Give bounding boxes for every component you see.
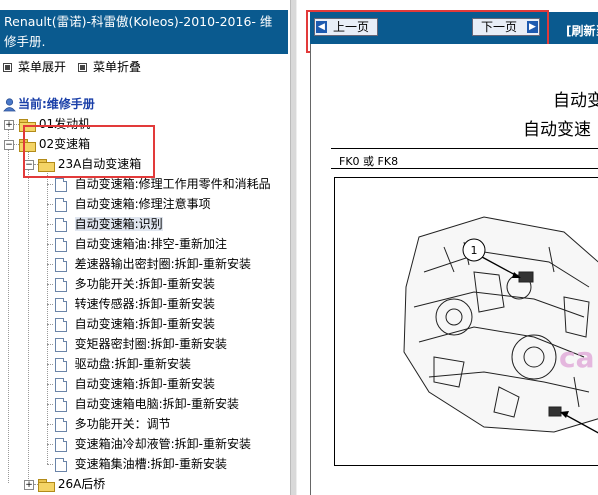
current-location: 当前:维修手册 xyxy=(3,94,95,114)
tree-leaf[interactable]: 自动变速箱电脑:拆卸-重新安装 xyxy=(55,394,239,414)
tree-leaf[interactable]: 差速器输出密封圈:拆卸-重新安装 xyxy=(55,254,251,274)
tree-leaf[interactable]: 变矩器密封圈:拆卸-重新安装 xyxy=(55,334,227,354)
document-icon xyxy=(55,437,67,452)
right-panel: ◀ 上一页 下一页 ▶ [刷新当 自动变 自动变速 FK0 或 FK8 xyxy=(297,0,598,495)
square-icon xyxy=(78,63,87,72)
tree-leaf[interactable]: 自动变速箱:拆卸-重新安装 xyxy=(55,314,215,334)
tree-leaf[interactable]: 转速传感器:拆卸-重新安装 xyxy=(55,294,215,314)
page-header-line2: 自动变速 xyxy=(523,120,591,140)
document-icon xyxy=(55,277,67,292)
highlight-box xyxy=(23,125,155,178)
tree-leaf[interactable]: 多功能开关:拆卸-重新安装 xyxy=(55,274,215,294)
tree-leaf[interactable]: 自动变速箱油:排空-重新加注 xyxy=(55,234,227,254)
manual-page: 自动变 自动变速 FK0 或 FK8 1 ca xyxy=(310,44,598,495)
manual-title: Renault(雷诺)-科雷傲(Koleos)-2010-2016- 维修手册. xyxy=(0,10,288,54)
page-header-line1: 自动变 xyxy=(553,91,598,111)
callout-1: 1 xyxy=(471,244,478,257)
document-icon xyxy=(55,217,67,232)
document-icon xyxy=(55,457,67,472)
gearbox-illustration: 1 2 ca xyxy=(334,177,598,466)
tree-leaf[interactable]: 自动变速箱:修理注意事项 xyxy=(55,194,211,214)
user-icon xyxy=(3,97,16,111)
document-icon xyxy=(55,357,67,372)
tree-leaf[interactable]: 驱动盘:拆卸-重新安装 xyxy=(55,354,191,374)
document-icon xyxy=(55,317,67,332)
tree-leaf[interactable]: 变速箱集油槽:拆卸-重新安装 xyxy=(55,454,227,474)
document-icon xyxy=(55,237,67,252)
document-icon xyxy=(55,197,67,212)
collapse-toggle[interactable]: − xyxy=(4,140,14,150)
left-panel: Renault(雷诺)-科雷傲(Koleos)-2010-2016- 维修手册.… xyxy=(0,0,290,495)
collapse-menu-button[interactable]: 菜单折叠 xyxy=(78,58,141,75)
tree-connector xyxy=(8,125,9,483)
tree-leaf[interactable]: 变速箱油冷却液管:拆卸-重新安装 xyxy=(55,434,251,454)
folder-icon xyxy=(38,479,55,492)
tree-connector xyxy=(47,165,48,464)
expand-menu-button[interactable]: 菜单展开 xyxy=(3,58,66,75)
divider xyxy=(331,168,598,169)
document-icon xyxy=(55,417,67,432)
divider xyxy=(331,148,598,149)
document-icon xyxy=(55,177,67,192)
expand-toggle[interactable]: + xyxy=(4,120,14,130)
tree-connector xyxy=(28,145,29,483)
document-icon xyxy=(55,257,67,272)
tree-leaf-selected[interactable]: 自动变速箱:识别 xyxy=(55,214,163,234)
square-icon xyxy=(3,63,12,72)
document-icon xyxy=(55,297,67,312)
menu-toolbar: 菜单展开 菜单折叠 xyxy=(0,58,288,76)
expand-toggle[interactable]: + xyxy=(24,480,34,490)
refresh-link[interactable]: [刷新当 xyxy=(566,22,598,39)
tree-leaf[interactable]: 自动变速箱:拆卸-重新安装 xyxy=(55,374,215,394)
tree-leaf[interactable]: 多功能开关：调节 xyxy=(55,414,171,434)
tree-node-rear-axle[interactable]: 26A后桥 xyxy=(38,474,105,494)
document-icon xyxy=(55,377,67,392)
model-label: FK0 或 FK8 xyxy=(339,155,399,168)
document-icon xyxy=(55,397,67,412)
pane-splitter[interactable] xyxy=(290,0,297,495)
watermark: ca xyxy=(559,341,595,374)
document-icon xyxy=(55,337,67,352)
